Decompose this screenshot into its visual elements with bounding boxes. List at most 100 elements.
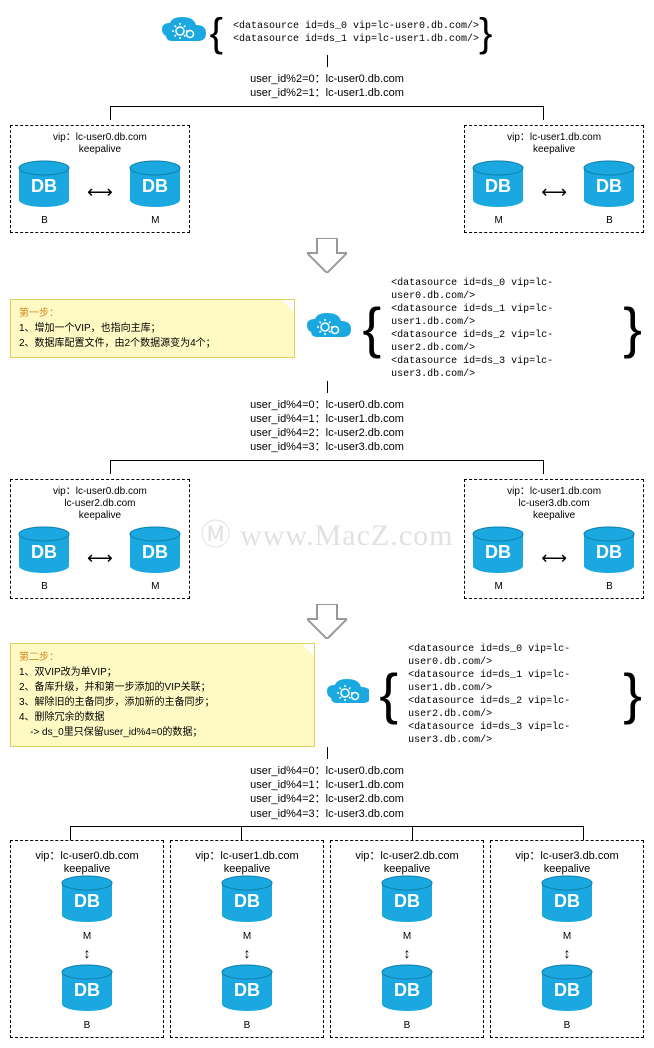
ds-line: <datasource id=ds_1 vip=lc-user1.db.com/… [391,303,623,329]
db-role: B [564,1020,571,1031]
ds-line: <datasource id=ds_1 vip=lc-user1.db.com/… [233,33,479,46]
keepalive-label: keepalive [17,510,183,522]
database-icon [17,160,72,210]
stage1-cloud-row: { <datasource id=ds_0 vip=lc-user0.db.co… [10,15,644,50]
vip-label: vip：lc-user1.db.com [471,132,637,144]
keepalive-label: keepalive [17,144,183,156]
database-icon [582,160,637,210]
vip-label: vip：lc-user0.db.com [17,132,183,144]
keepalive-label: keepalive [175,863,319,875]
step2-note: 第二步： 1、双VIP改为单VIP； 2、备库升级，并和第一步添加的VIP关联；… [10,643,315,747]
stage2-routing: user_id%4=0：lc-user0.db.com user_id%4=1：… [10,398,644,455]
sync-arrow-icon: ⟷ [541,182,567,203]
db-role: B [17,581,72,592]
ds-line: <datasource id=ds_2 vip=lc-user2.db.com/… [391,329,623,355]
database-icon [380,875,435,925]
keepalive-label: keepalive [335,863,479,875]
db-role: M [83,931,91,942]
ds-line: <datasource id=ds_1 vip=lc-user1.db.com/… [408,669,623,695]
stage2-left-box: vip：lc-user0.db.com lc-user2.db.com keep… [10,479,190,599]
keepalive-label: keepalive [15,863,159,875]
down-arrow-icon [307,238,347,273]
db-role: M [128,215,183,226]
note-title: 第一步： [19,308,59,319]
stage1-routing: user_id%2=0：lc-user0.db.com user_id%2=1：… [10,72,644,101]
keepalive-label: keepalive [471,510,637,522]
route-line: user_id%2=0：lc-user0.db.com [10,72,644,86]
database-icon [471,160,526,210]
route-line: user_id%4=0：lc-user0.db.com [10,398,644,412]
note-line: 1、增加一个VIP，也指向主库； [19,323,161,334]
vip-label: vip：lc-user3.db.com [495,847,639,863]
db-role: M [403,931,411,942]
stage3-routing: user_id%4=0：lc-user0.db.com user_id%4=1：… [10,764,644,821]
route-line: user_id%4=1：lc-user1.db.com [10,778,644,792]
stage2-right-box: vip：lc-user1.db.com lc-user3.db.com keep… [464,479,644,599]
sync-arrow-icon: ↕ [564,946,571,960]
ds-line: <datasource id=ds_0 vip=lc-user0.db.com/… [391,277,623,303]
ds-line: <datasource id=ds_3 vip=lc-user3.db.com/… [408,721,623,747]
stage3-node-0: vip：lc-user0.db.comkeepalive M ↕ B [10,840,164,1038]
database-icon [582,526,637,576]
step2-row: 第二步： 1、双VIP改为单VIP； 2、备库升级，并和第一步添加的VIP关联；… [10,643,644,747]
vip-label: lc-user3.db.com [471,498,637,510]
stage2-db-row: vip：lc-user0.db.com lc-user2.db.com keep… [10,479,644,599]
vip-label: vip：lc-user0.db.com [15,847,159,863]
db-role: B [17,215,72,226]
vip-label: vip：lc-user2.db.com [335,847,479,863]
note-line: 1、双VIP改为单VIP； [19,667,117,678]
ds-line: <datasource id=ds_3 vip=lc-user3.db.com/… [391,355,623,381]
stage3-node-1: vip：lc-user1.db.comkeepalive M ↕ B [170,840,324,1038]
route-line: user_id%4=3：lc-user3.db.com [10,440,644,454]
vip-label: vip：lc-user0.db.com [17,486,183,498]
cloud-gears-icon [325,677,370,712]
stage1-config: { <datasource id=ds_0 vip=lc-user0.db.co… [210,20,495,46]
database-icon [220,875,275,925]
cloud-gears-icon [305,311,353,346]
stage1-left-box: vip：lc-user0.db.com keepalive B ⟷ M [10,125,190,233]
db-role: B [84,1020,91,1031]
db-role: B [582,581,637,592]
sync-arrow-icon: ⟷ [87,548,113,569]
sync-arrow-icon: ↕ [244,946,251,960]
sync-arrow-icon: ⟷ [541,548,567,569]
database-icon [17,526,72,576]
db-role: M [128,581,183,592]
stage3-db-row: vip：lc-user0.db.comkeepalive M ↕ B vip：l… [10,840,644,1038]
vip-label: vip：lc-user1.db.com [471,486,637,498]
note-line: 2、备库升级，并和第一步添加的VIP关联； [19,682,211,693]
stage2-config: { <datasource id=ds_0 vip=lc-user0.db.co… [362,277,644,381]
route-line: user_id%4=1：lc-user1.db.com [10,412,644,426]
db-role: M [563,931,571,942]
database-icon [128,526,183,576]
stage1-right-box: vip：lc-user1.db.com keepalive M ⟷ B [464,125,644,233]
db-role: M [471,215,526,226]
database-icon [471,526,526,576]
keepalive-label: keepalive [471,144,637,156]
route-line: user_id%2=1：lc-user1.db.com [10,86,644,100]
route-line: user_id%4=2：lc-user2.db.com [10,426,644,440]
cloud-gears-icon [160,15,210,50]
note-title: 第二步： [19,652,59,663]
database-icon [128,160,183,210]
note-line: 3、解除旧的主备同步，添加新的主备同步； [19,697,215,708]
route-line: user_id%4=2：lc-user2.db.com [10,792,644,806]
step1-note: 第一步： 1、增加一个VIP，也指向主库； 2、数据库配置文件，由2个数据源变为… [10,299,295,358]
vip-label: vip：lc-user1.db.com [175,847,319,863]
db-role: B [582,215,637,226]
ds-line: <datasource id=ds_0 vip=lc-user0.db.com/… [408,643,623,669]
db-role: M [471,581,526,592]
note-line: 4、删除冗余的数据 [19,712,105,723]
database-icon [540,875,595,925]
ds-line: <datasource id=ds_0 vip=lc-user0.db.com/… [233,20,479,33]
db-role: B [244,1020,251,1031]
vip-label: lc-user2.db.com [17,498,183,510]
stage3-node-3: vip：lc-user3.db.comkeepalive M ↕ B [490,840,644,1038]
sync-arrow-icon: ↕ [404,946,411,960]
route-line: user_id%4=3：lc-user3.db.com [10,807,644,821]
database-icon [60,875,115,925]
sync-arrow-icon: ⟷ [87,182,113,203]
db-role: B [404,1020,411,1031]
sync-arrow-icon: ↕ [84,946,91,960]
stage3-config: { <datasource id=ds_0 vip=lc-user0.db.co… [379,643,644,747]
